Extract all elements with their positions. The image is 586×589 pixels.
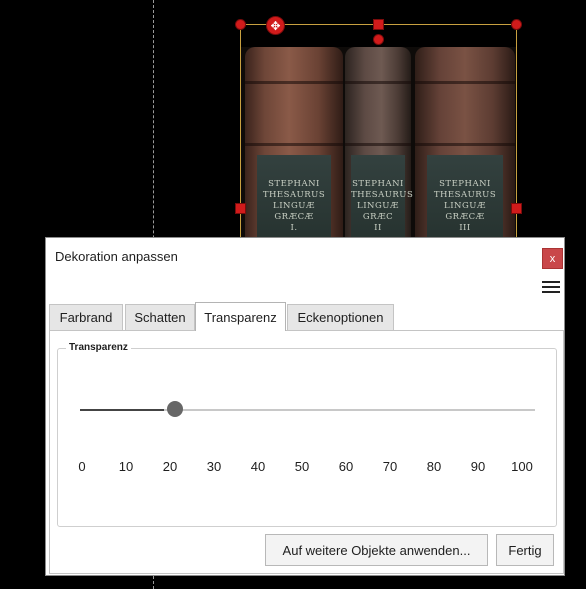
rotate-handle[interactable] — [373, 34, 384, 45]
resize-handle-top-center[interactable] — [373, 19, 384, 30]
book-spine-1: STEPHANI THESAURUS LINGUÆ GRÆCÆ I. — [245, 47, 343, 263]
transparency-slider-thumb[interactable] — [167, 401, 184, 417]
slider-tick-label: 20 — [162, 459, 178, 474]
slider-tick-label: 90 — [470, 459, 486, 474]
slider-tick-label: 10 — [118, 459, 134, 474]
slider-tick-label: 0 — [78, 459, 86, 474]
resize-handle-top-left[interactable] — [235, 19, 246, 30]
hamburger-menu-icon[interactable] — [542, 281, 560, 294]
tab-farbrand[interactable]: Farbrand — [49, 304, 123, 330]
tab-schatten[interactable]: Schatten — [125, 304, 195, 330]
book-spine-3: STEPHANI THESAURUS LINGUÆ GRÆCÆ III — [415, 47, 515, 263]
transparency-slider-track[interactable] — [80, 409, 535, 411]
slider-tick-label: 60 — [338, 459, 354, 474]
close-icon[interactable]: x — [542, 248, 563, 269]
decoration-dialog: Dekoration anpassen x Farbrand Schatten … — [45, 237, 565, 576]
done-button[interactable]: Fertig — [496, 534, 554, 566]
book-photo: STEPHANI THESAURUS LINGUÆ GRÆCÆ I. STEPH… — [241, 47, 516, 263]
apply-to-other-objects-button[interactable]: Auf weitere Objekte anwenden... — [265, 534, 488, 566]
slider-tick-label: 100 — [511, 459, 533, 474]
resize-handle-middle-left[interactable] — [235, 203, 246, 214]
slider-tick-label: 80 — [426, 459, 442, 474]
dialog-title: Dekoration anpassen — [55, 249, 178, 264]
group-title: Transparenz — [66, 342, 131, 353]
slider-tick-label: 70 — [382, 459, 398, 474]
transparency-slider-fill — [80, 409, 165, 411]
move-arrows-icon[interactable]: ✥ — [266, 16, 285, 35]
slider-tick-label: 50 — [294, 459, 310, 474]
book-label-2: STEPHANI THESAURUS LINGUÆ GRÆC II — [351, 155, 413, 245]
slider-tick-label: 30 — [206, 459, 222, 474]
selected-image[interactable]: STEPHANI THESAURUS LINGUÆ GRÆCÆ I. STEPH… — [240, 24, 517, 264]
tab-transparenz[interactable]: Transparenz — [195, 302, 286, 331]
book-spine-2: STEPHANI THESAURUS LINGUÆ GRÆC II — [345, 47, 413, 263]
tab-eckenoptionen[interactable]: Eckenoptionen — [287, 304, 394, 330]
resize-handle-middle-right[interactable] — [511, 203, 522, 214]
resize-handle-top-right[interactable] — [511, 19, 522, 30]
book-label-3: STEPHANI THESAURUS LINGUÆ GRÆCÆ III — [427, 155, 503, 245]
slider-tick-label: 40 — [250, 459, 266, 474]
transparency-group: Transparenz 0 10 20 30 40 50 60 70 80 90 100 — [57, 342, 557, 527]
book-label-1: STEPHANI THESAURUS LINGUÆ GRÆCÆ I. — [257, 155, 331, 245]
